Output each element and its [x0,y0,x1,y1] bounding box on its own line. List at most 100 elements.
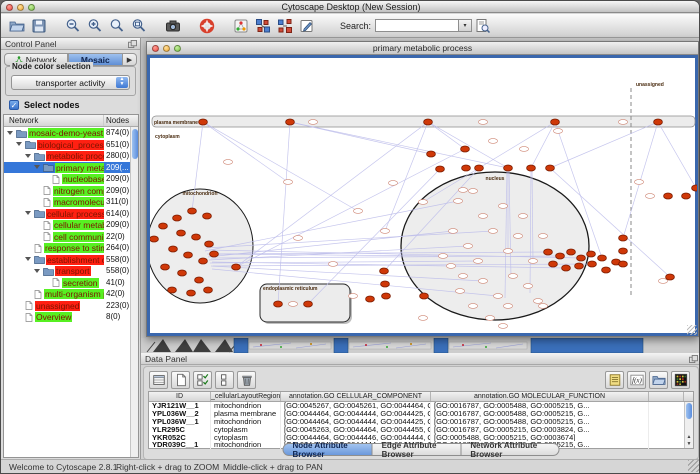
data-panel-body: f(x) ID_cellularLayoutRegionannotation.G… [143,366,699,460]
network-view-window[interactable]: primary metabolic process plasma membran… [146,41,699,337]
table-row[interactable]: YLR295Ccytoplasm[GO:0045263, GO:0044464,… [149,426,693,434]
tree-row[interactable]: cellular metabol209(0) [4,219,138,231]
select-nodes-checkbox[interactable]: ✓ [9,100,19,110]
tab-overflow-button[interactable]: ▶ [123,53,137,66]
tree-row[interactable]: Overview8(0) [4,311,138,323]
table-cell[interactable]: [GO:0044464, GO:0044444, GO:0044425, G..… [281,410,431,418]
network-view-titlebar[interactable]: primary metabolic process [147,42,698,55]
new-attribute-button[interactable] [171,371,190,389]
network-canvas[interactable]: plasma membranecytoplasmmitochondrionnuc… [150,58,697,335]
table-cell[interactable]: [GO:0016787, GO:0005488, GO:0005215, G..… [431,410,649,418]
advanced-search-button[interactable] [472,16,494,36]
duplicate-network-button[interactable] [252,16,274,36]
table-scrollbar-thumb[interactable] [686,403,692,419]
table-cell[interactable]: [GO:0045267, GO:0045261, GO:0044464, G..… [281,402,431,410]
search-input[interactable] [375,19,459,32]
column-header[interactable]: annotation.GO MOLECULAR_FUNCTION [431,392,649,401]
select-attributes-button[interactable] [193,371,212,389]
table-cell[interactable]: [GO:0016787, GO:0005488, GO:0005215, G..… [431,402,649,410]
expand-toggle-icon[interactable] [7,131,13,135]
tree-row[interactable]: response to stimulu264(0) [4,242,138,254]
title-bar[interactable]: Cytoscape Desktop (New Session) [1,1,700,13]
table-cell[interactable]: YLR295C [149,426,211,434]
tree-row[interactable]: unassigned223(0) [4,300,138,312]
deselect-attributes-button[interactable] [215,371,234,389]
help-button[interactable] [196,16,218,36]
expand-toggle-icon[interactable] [25,257,31,261]
table-cell[interactable]: cytoplasm [211,426,281,434]
open-file-button[interactable] [6,16,28,36]
table-cell[interactable]: mitochondrion [211,441,281,449]
table-cell[interactable]: YDR039C__1 [149,441,211,449]
network-file-icon [25,301,33,310]
table-cell[interactable]: [GO:0016787, GO:0005215, GO:0003824, G..… [431,426,649,434]
zoom-out-button[interactable] [62,16,84,36]
zoom-fit-button[interactable] [128,16,150,36]
network-view-button[interactable] [230,16,252,36]
tab-network-attribute-browser[interactable]: Network Attribute Browser [461,443,559,456]
window-resize-grip[interactable] [688,460,700,472]
import-attributes-button[interactable] [649,371,668,389]
expand-toggle-icon[interactable] [34,165,40,169]
table-scrollbar-arrows[interactable]: ▲▼ [685,434,693,448]
table-cell[interactable]: YPL036W__1 [149,418,211,426]
float-panel-icon[interactable] [128,40,137,48]
tree-row[interactable]: cell communicat22(0) [4,231,138,243]
tree-row[interactable]: nitrogen compo209(0) [4,185,138,197]
network-column-header[interactable]: Network [9,116,38,125]
apply-layout-button[interactable] [274,16,296,36]
table-cell[interactable]: [GO:0045263, GO:0044464, GO:0044455, G..… [281,426,431,434]
node-color-combobox[interactable]: transporter activity ▲▼ [11,75,130,90]
tree-row[interactable]: cellular process614(0) [4,208,138,220]
table-cell[interactable]: mitochondrion [211,418,281,426]
column-header[interactable]: ID [149,392,211,401]
table-cell[interactable]: YPL036W__2 [149,410,211,418]
table-cell[interactable]: [GO:0044464, GO:0044444, GO:0044425, G..… [281,418,431,426]
snapshot-button[interactable] [162,16,184,36]
table-row[interactable]: YJR121W__1mitochondrion[GO:0045267, GO:0… [149,402,693,410]
attribute-notes-button[interactable] [605,371,624,389]
expand-toggle-icon[interactable] [34,269,40,273]
expand-toggle-icon[interactable] [25,211,31,215]
tree-row-node-count: 223(0) [106,301,129,310]
table-cell[interactable]: mitochondrion [211,402,281,410]
column-header[interactable]: _cellularLayoutRegion [211,392,281,401]
function-builder-button[interactable]: f(x) [627,371,646,389]
tree-row[interactable]: establishment of lo558(0) [4,254,138,266]
table-cell[interactable]: plasma membrane [211,410,281,418]
nodes-column-header[interactable]: Nodes [106,116,129,125]
table-cell[interactable]: [GO:0016787, GO:0005488, GO:0005215, G..… [431,418,649,426]
table-cell[interactable]: cytoplasm [211,434,281,442]
attribute-grid-button[interactable] [149,371,168,389]
tree-row[interactable]: multi-organism pro42(0) [4,288,138,300]
tab-edge-attribute-browser[interactable]: Edge Attribute Browser [373,443,462,456]
tree-scrollbar-thumb[interactable] [132,129,138,159]
zoom-selected-button[interactable] [106,16,128,36]
tab-node-attribute-browser[interactable]: Node Attribute Browser [283,443,373,456]
save-button[interactable] [28,16,50,36]
tree-row[interactable]: macromolecule311(0) [4,196,138,208]
expand-toggle-icon[interactable] [25,154,31,158]
tree-row[interactable]: primary metabo209(... [4,162,138,174]
tree-row[interactable]: transport558(0) [4,265,138,277]
table-row[interactable]: YPL036W__1mitochondrion[GO:0044464, GO:0… [149,418,693,426]
tree-row[interactable]: biological_process651(0) [4,139,138,151]
network-window-resize-grip[interactable] [687,325,697,335]
zoom-in-button[interactable] [84,16,106,36]
delete-attribute-button[interactable] [237,371,256,389]
float-panel-icon[interactable] [689,355,698,363]
search-dropdown-button[interactable]: ▾ [459,19,472,32]
heatmap-button[interactable] [671,371,690,389]
annotation-button[interactable] [296,16,318,36]
expand-toggle-icon[interactable] [16,142,22,146]
tree-scrollbar[interactable] [130,127,138,457]
table-scrollbar[interactable]: ▲▼ [684,402,693,448]
table-cell[interactable]: YKR052C [149,434,211,442]
tree-row[interactable]: secretion41(0) [4,277,138,289]
tree-row[interactable]: nucleobase-209(0) [4,173,138,185]
tree-row[interactable]: mosaic-demo-yeast874(0) [4,127,138,139]
column-header[interactable]: annotation.GO CELLULAR_COMPONENT [281,392,431,401]
table-cell[interactable]: YJR121W__1 [149,402,211,410]
tree-row[interactable]: metabolic process280(0) [4,150,138,162]
table-row[interactable]: YPL036W__2plasma membrane[GO:0044464, GO… [149,410,693,418]
